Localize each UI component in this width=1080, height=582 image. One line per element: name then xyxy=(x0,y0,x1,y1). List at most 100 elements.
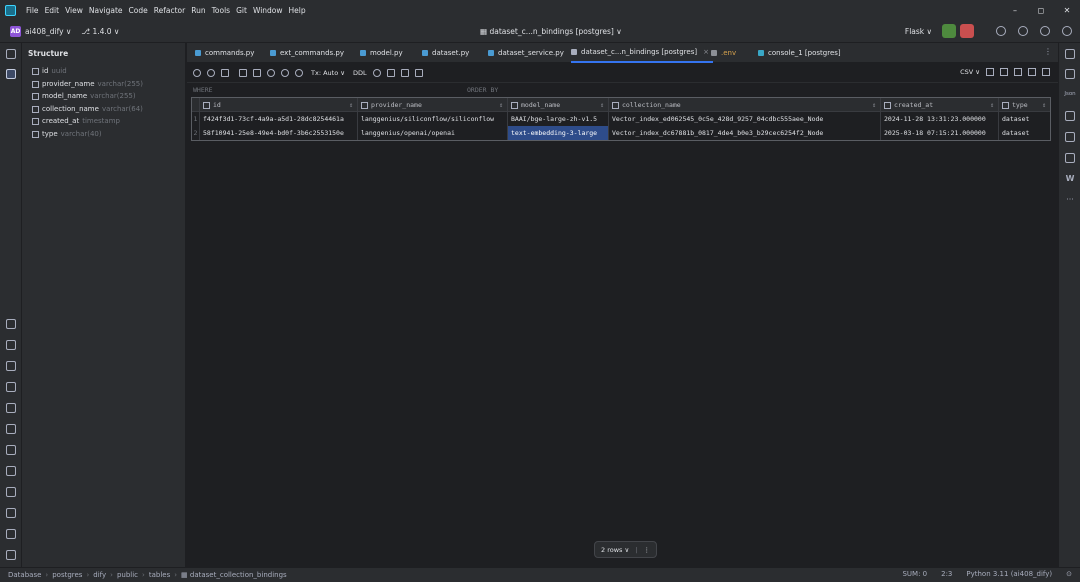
ai-assistant-icon[interactable] xyxy=(996,26,1006,36)
table-view-icon[interactable] xyxy=(386,68,395,77)
cell-id[interactable]: 58f10941-25e8-49e4-bd0f-3b6c2553150e xyxy=(200,126,358,140)
breadcrumb-item[interactable]: postgres xyxy=(52,571,82,579)
cell-collection-name[interactable]: Vector_index_ed062545_0c5e_428d_9257_04c… xyxy=(609,112,881,126)
menu-navigate[interactable]: Navigate xyxy=(89,6,123,15)
breadcrumb-item[interactable]: ▦ dataset_collection_bindings xyxy=(181,571,287,579)
maximize-button[interactable]: ◻ xyxy=(1028,0,1054,21)
breadcrumb-item[interactable]: dify xyxy=(93,571,106,579)
run-tool-icon[interactable] xyxy=(6,487,16,497)
structure-field[interactable]: collection_name varchar(64) xyxy=(32,105,143,113)
branch-selector[interactable]: ⎇ 1.4.0 ∨ xyxy=(81,27,119,36)
w-plugin-button[interactable]: W xyxy=(1062,174,1078,183)
add-row-icon[interactable] xyxy=(239,68,247,77)
structure-field[interactable]: id uuid xyxy=(32,67,67,75)
notifications-icon[interactable] xyxy=(1065,49,1075,59)
menu-view[interactable]: View xyxy=(65,6,83,15)
tools-icon[interactable] xyxy=(6,340,16,350)
menu-code[interactable]: Code xyxy=(129,6,148,15)
search-icon[interactable] xyxy=(1040,26,1050,36)
download-icon[interactable] xyxy=(986,68,994,76)
column-header-provider-name[interactable]: provider_name ⇕ xyxy=(358,98,508,112)
structure-field[interactable]: model_name varchar(255) xyxy=(32,92,136,100)
menu-tools[interactable]: Tools xyxy=(212,6,230,15)
sort-icon[interactable]: ⇕ xyxy=(349,98,353,112)
minimize-button[interactable]: – xyxy=(1002,0,1028,21)
more-tabs-icon[interactable]: ⋮ xyxy=(1044,47,1052,56)
menu-file[interactable]: File xyxy=(26,6,39,15)
sciview-icon[interactable] xyxy=(1065,153,1075,163)
menu-edit[interactable]: Edit xyxy=(45,6,60,15)
project-icon[interactable] xyxy=(6,49,16,59)
cell-collection-name[interactable]: Vector_index_dc67881b_0817_4de4_b0e3_b29… xyxy=(609,126,881,140)
structure-icon[interactable] xyxy=(6,69,16,79)
run-icon[interactable] xyxy=(942,24,956,38)
services-icon[interactable] xyxy=(6,445,16,455)
breadcrumb-item[interactable]: tables xyxy=(149,571,170,579)
compare-icon[interactable] xyxy=(414,68,423,77)
stop-query-icon[interactable] xyxy=(221,68,229,77)
row-count-selector[interactable]: 2 rows ∨ xyxy=(601,546,629,554)
where-filter[interactable]: WHERE xyxy=(193,86,213,94)
account-icon[interactable] xyxy=(1018,26,1028,36)
table-row[interactable]: 1 f424f3d1-73cf-4a9a-a5d1-28dc8254461a l… xyxy=(192,112,1050,126)
caret-position[interactable]: 2:3 xyxy=(941,570,952,578)
app-logo-icon[interactable] xyxy=(5,5,16,16)
cell-provider-name[interactable]: langgenius/openai/openai xyxy=(358,126,508,140)
terminal-icon[interactable] xyxy=(6,529,16,539)
history-icon[interactable] xyxy=(207,68,215,77)
database-icon[interactable] xyxy=(6,319,16,329)
revert-icon[interactable] xyxy=(267,68,275,77)
submit-icon[interactable] xyxy=(281,68,289,77)
cell-id[interactable]: f424f3d1-73cf-4a9a-a5d1-28dc8254461a xyxy=(200,112,358,126)
interpreter-selector[interactable]: Python 3.11 (ai408_dify) xyxy=(966,570,1052,578)
tab-dataset-service-py[interactable]: dataset_service.py xyxy=(488,43,564,63)
breadcrumb-item[interactable]: public xyxy=(117,571,138,579)
pin-icon[interactable] xyxy=(295,68,303,77)
lock-icon[interactable]: ⊙ xyxy=(1066,570,1072,578)
row-number[interactable]: 2 xyxy=(192,126,200,140)
find-icon[interactable] xyxy=(372,68,381,77)
sort-icon[interactable]: ⇕ xyxy=(499,98,503,112)
chart-icon[interactable] xyxy=(400,68,409,77)
tab-dataset-collection-bindings[interactable]: dataset_c...n_bindings [postgres] × xyxy=(571,43,713,63)
tab-dataset-py[interactable]: dataset.py xyxy=(422,43,469,63)
menu-window[interactable]: Window xyxy=(253,6,283,15)
project-selector[interactable]: ai408_dify ∨ xyxy=(25,27,71,36)
structure-field[interactable]: created_at timestamp xyxy=(32,117,120,125)
git-icon[interactable] xyxy=(6,550,16,560)
problems-icon[interactable] xyxy=(6,508,16,518)
tab-env[interactable]: .env xyxy=(711,43,736,63)
view-icon[interactable] xyxy=(1028,68,1036,76)
sort-icon[interactable]: ⇕ xyxy=(872,98,876,112)
settings-icon[interactable] xyxy=(1062,26,1072,36)
cell-created-at[interactable]: 2025-03-18 07:15:21.000000 xyxy=(881,126,999,140)
sort-icon[interactable]: ⇕ xyxy=(990,98,994,112)
cell-model-name-selected[interactable]: text-embedding-3-large xyxy=(508,126,609,140)
ddl-button[interactable]: DDL xyxy=(353,69,367,77)
project-badge[interactable]: AD xyxy=(10,26,21,37)
cell-type[interactable]: dataset xyxy=(999,126,1050,140)
refresh-icon[interactable] xyxy=(193,68,201,77)
sort-icon[interactable]: ⇕ xyxy=(1042,98,1046,112)
grid-settings-icon[interactable] xyxy=(1042,68,1050,76)
delete-row-icon[interactable] xyxy=(253,68,261,77)
close-window-button[interactable]: ✕ xyxy=(1054,0,1080,21)
column-header-id[interactable]: id ⇕ xyxy=(200,98,358,112)
export-format-selector[interactable]: CSV ∨ xyxy=(960,68,980,76)
column-header-type[interactable]: type ⇕ xyxy=(999,98,1050,112)
cell-model-name[interactable]: BAAI/bge-large-zh-v1.5 xyxy=(508,112,609,126)
python-packages-icon[interactable] xyxy=(6,466,16,476)
structure-field[interactable]: provider_name varchar(255) xyxy=(32,80,143,88)
database-tool-icon[interactable] xyxy=(1065,111,1075,121)
db-console-icon[interactable] xyxy=(1065,132,1075,142)
menu-refactor[interactable]: Refactor xyxy=(154,6,185,15)
r-console-icon[interactable] xyxy=(6,382,16,392)
cell-provider-name[interactable]: langgenius/siliconflow/siliconflow xyxy=(358,112,508,126)
bookmarks-icon[interactable] xyxy=(6,361,16,371)
menu-git[interactable]: Git xyxy=(236,6,247,15)
column-header-collection-name[interactable]: collection_name ⇕ xyxy=(609,98,881,112)
transpose-icon[interactable] xyxy=(1014,68,1022,76)
upload-icon[interactable] xyxy=(1000,68,1008,76)
more-options-icon[interactable]: ⋮ xyxy=(643,546,650,554)
table-row[interactable]: 2 58f10941-25e8-49e4-bd0f-3b6c2553150e l… xyxy=(192,126,1050,140)
